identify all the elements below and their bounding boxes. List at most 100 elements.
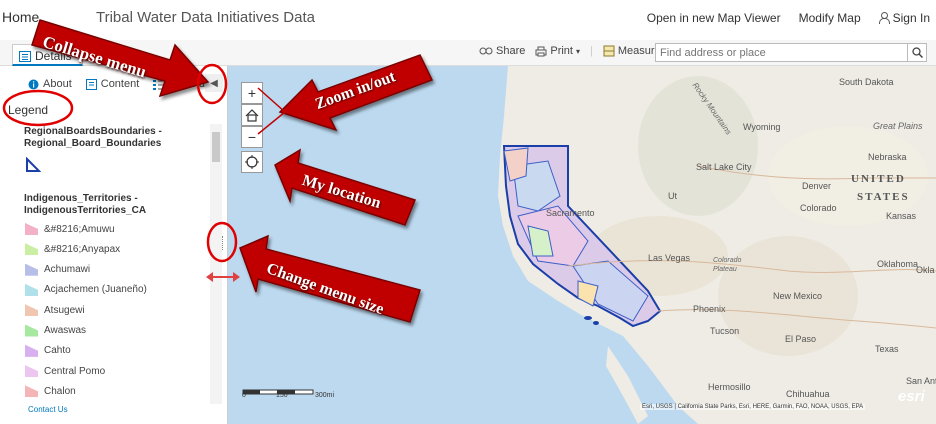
scale-tick-150: 150: [276, 392, 288, 399]
tab-about-label: About: [43, 78, 72, 90]
legend-item-label: Awaswas: [44, 325, 87, 336]
home-extent-button[interactable]: [241, 104, 263, 126]
map-label-states: STATES: [857, 191, 910, 203]
map-label-new-mexico: New Mexico: [773, 291, 823, 301]
map-label-wyoming: Wyoming: [743, 122, 781, 132]
collapse-panel-button[interactable]: ◀: [205, 74, 223, 92]
legend-swatch: [25, 243, 38, 256]
legend-swatch: [25, 365, 38, 378]
map-label-las-vegas: Las Vegas: [648, 253, 691, 263]
legend-item: Chalon: [25, 383, 76, 399]
content-icon: [85, 78, 97, 90]
sign-in-label: Sign In: [892, 11, 930, 25]
top-header: Home Tribal Water Data Initiatives Data …: [0, 0, 936, 40]
home-icon: [245, 108, 259, 122]
boundary-symbol-icon: [26, 157, 41, 172]
details-icon: [19, 50, 31, 62]
legend-item-label: Achumawi: [44, 264, 91, 276]
map-label-nebraska: Nebraska: [868, 152, 907, 162]
legend-item: Achumawi: [25, 262, 90, 278]
scale-bar: 0 150 300mi: [242, 384, 342, 402]
user-icon: [878, 12, 890, 24]
esri-logo[interactable]: esri: [898, 388, 925, 405]
legend-swatch: [25, 263, 38, 276]
side-panel: About Content Legend ◀ Legend RegionalBo…: [0, 66, 228, 424]
legend-item: Acjachemen (Juaneño): [25, 282, 147, 298]
legend-item: Cahto: [25, 343, 71, 359]
legend-item-label: Central Pomo: [44, 365, 106, 377]
map-label-utah: Ut: [668, 191, 677, 201]
contact-us-link[interactable]: Contact Us: [28, 405, 68, 414]
map-label-san-antonio: San Anto: [906, 376, 936, 386]
tab-legend-label: Legend: [168, 78, 205, 90]
scale-tick-300: 300mi: [315, 392, 335, 399]
info-icon: [28, 79, 39, 89]
legend-item-label: Acjachemen (Juaneño): [44, 284, 147, 296]
scrollbar-thumb[interactable]: [212, 132, 220, 162]
legend-swatch: [25, 304, 38, 317]
legend-swatch: [25, 223, 38, 235]
map-label-el-paso: El Paso: [785, 334, 817, 344]
legend-item: &#8216;Amuwu: [25, 221, 115, 237]
map-label-texas: Texas: [875, 344, 899, 354]
legend-list: RegionalBoardsBoundaries - Regional_Boar…: [0, 124, 210, 404]
map-label-united: UNITED: [851, 173, 906, 185]
legend-heading: Legend: [8, 103, 49, 117]
tab-about[interactable]: About: [28, 78, 72, 90]
legend-item: Atsugewi: [25, 302, 85, 318]
open-new-map-viewer-link[interactable]: Open in new Map Viewer: [647, 11, 781, 25]
zoom-out-button[interactable]: −: [241, 126, 263, 148]
search-icon: [911, 47, 923, 58]
legend-scrollbar[interactable]: [210, 124, 222, 404]
map-view[interactable]: South Dakota Great Plains Nebraska UNITE…: [228, 66, 936, 424]
sign-in-link[interactable]: Sign In: [878, 11, 930, 25]
legend-item: Central Pomo: [25, 363, 105, 379]
home-link[interactable]: Home: [2, 9, 39, 25]
plus-icon: +: [247, 85, 257, 101]
scale-tick-0: 0: [242, 392, 246, 399]
toolbar-actions: Share Print ▾ | Measure: [479, 45, 661, 57]
toolbar-divider: |: [590, 45, 593, 57]
map-label-colorado: Colorado: [800, 203, 837, 213]
share-label: Share: [496, 45, 526, 57]
minus-icon: −: [247, 129, 257, 145]
measure-button[interactable]: Measure: [603, 45, 661, 57]
map-label-south-dakota: South Dakota: [839, 77, 894, 87]
chevron-down-icon: ▾: [575, 46, 580, 56]
tab-content[interactable]: Content: [85, 78, 139, 90]
zoom-in-button[interactable]: +: [241, 82, 263, 104]
map-label-tucson: Tucson: [710, 326, 740, 336]
panel-resize-handle[interactable]: [222, 236, 225, 250]
legend-item-label: Atsugewi: [44, 304, 85, 316]
legend-swatch: [25, 324, 38, 337]
legend-icon: [153, 79, 165, 90]
search-button[interactable]: [907, 43, 927, 62]
map-label-oklahoma: Oklahoma: [877, 259, 919, 269]
legend-item: Awaswas: [25, 323, 86, 339]
tab-legend[interactable]: Legend: [153, 78, 205, 90]
map-label-chihuahua: Chihuahua: [786, 389, 830, 399]
my-location-button[interactable]: [241, 151, 263, 173]
header-links: Open in new Map Viewer Modify Map Sign I…: [647, 11, 930, 25]
share-icon: [479, 47, 493, 55]
map-label-sacramento: Sacramento: [546, 208, 595, 218]
page-title: Tribal Water Data Initiatives Data: [96, 9, 315, 26]
chevron-left-icon: ◀: [210, 77, 218, 89]
map-attribution[interactable]: Esri, USGS | California State Parks, Esr…: [640, 404, 866, 410]
print-button[interactable]: Print ▾: [535, 45, 580, 57]
search-input[interactable]: [655, 43, 908, 62]
locate-icon: [245, 155, 259, 169]
map-label-phoenix: Phoenix: [693, 304, 726, 314]
legend-item: &#8216;Anyapax: [25, 241, 120, 257]
basemap-terrain: [498, 66, 936, 424]
layer-title-regional-boards: RegionalBoardsBoundaries - Regional_Boar…: [24, 126, 162, 149]
map-label-great-plains: Great Plains: [873, 121, 923, 131]
map-label-salt-lake-city: Salt Lake City: [696, 162, 752, 172]
legend-swatch: [25, 385, 38, 398]
map-label-okla: Okla: [916, 265, 935, 275]
map-label-denver: Denver: [802, 181, 832, 191]
share-button[interactable]: Share: [479, 45, 525, 57]
map-label-hermosillo: Hermosillo: [708, 382, 751, 392]
legend-item-label: &#8216;Anyapax: [44, 243, 121, 255]
modify-map-link[interactable]: Modify Map: [799, 11, 861, 25]
